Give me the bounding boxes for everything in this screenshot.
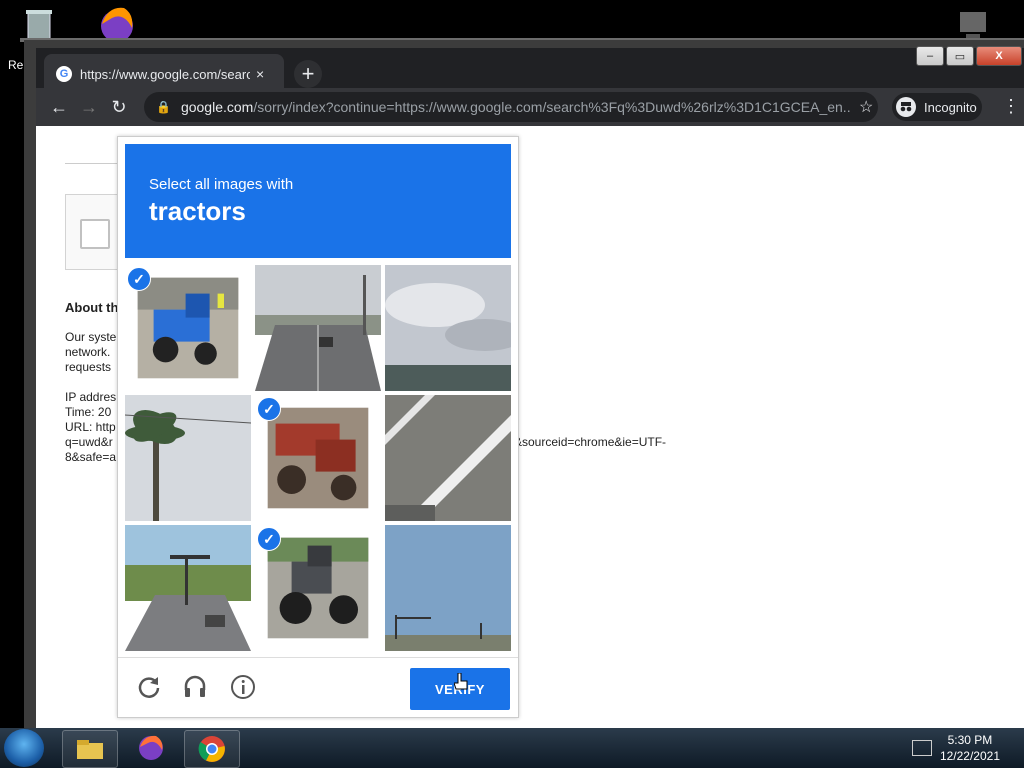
- tile-7[interactable]: [125, 525, 251, 651]
- tile-4[interactable]: [125, 395, 251, 521]
- tab-close-icon[interactable]: ×: [256, 66, 264, 82]
- firefox-icon: [139, 735, 163, 760]
- tile-2[interactable]: [255, 265, 381, 391]
- menu-kebab-icon[interactable]: ⋮: [1002, 96, 1020, 117]
- tile-image: [125, 525, 251, 651]
- tile-9[interactable]: [385, 525, 511, 651]
- audio-challenge-icon[interactable]: [182, 674, 208, 700]
- challenge-instruction: Select all images with: [149, 176, 294, 193]
- window-controls: – ▭ X: [916, 46, 1022, 66]
- bookmark-star-icon[interactable]: ☆: [859, 97, 873, 117]
- check-icon: ✓: [127, 267, 151, 291]
- captcha-challenge: Select all images with tractors ✓ ✓ ✓: [117, 136, 519, 718]
- tile-image: [385, 525, 511, 651]
- divider: [65, 163, 117, 164]
- lock-icon: 🔒: [156, 100, 171, 114]
- tile-image: [137, 277, 239, 379]
- close-button[interactable]: X: [976, 46, 1022, 66]
- maximize-button[interactable]: ▭: [946, 46, 974, 66]
- reload-icon[interactable]: ↻: [104, 92, 134, 122]
- tile-8[interactable]: ✓: [255, 525, 381, 651]
- minimize-button[interactable]: –: [916, 46, 944, 66]
- tile-image: [125, 395, 251, 521]
- url-path: /sorry/index?continue=https://www.google…: [253, 99, 851, 115]
- tab-title: https://www.google.com/search?: [80, 66, 250, 82]
- challenge-header: Select all images with tractors: [125, 144, 511, 258]
- new-tab-button[interactable]: +: [294, 60, 322, 88]
- incognito-indicator[interactable]: Incognito: [892, 93, 982, 121]
- system-clock[interactable]: 5:30 PM 12/22/2021: [940, 732, 1000, 764]
- url-text: google.com/sorry/index?continue=https://…: [181, 99, 851, 115]
- taskbar-chrome[interactable]: [184, 730, 240, 768]
- tile-image: [385, 395, 511, 521]
- tile-5[interactable]: ✓: [255, 395, 381, 521]
- back-icon[interactable]: ←: [44, 92, 74, 122]
- desktop-label: Re: [8, 58, 24, 72]
- recaptcha-checkbox[interactable]: [80, 219, 110, 249]
- reload-challenge-icon[interactable]: [136, 674, 162, 700]
- explanation-paragraph: Our syste network. requests: [65, 330, 117, 374]
- check-icon: ✓: [257, 397, 281, 421]
- browser-toolbar: ← → ↻ 🔒 google.com/sorry/index?continue=…: [36, 88, 1024, 126]
- chrome-icon: [198, 736, 225, 762]
- forward-icon[interactable]: →: [74, 92, 104, 122]
- url-tail-text: &sourceid=chrome&ie=UTF-: [514, 435, 667, 449]
- tile-1[interactable]: ✓: [125, 265, 251, 391]
- incognito-label: Incognito: [924, 99, 977, 115]
- request-details: IP addres Time: 20 URL: http q=uwd&r 8&s…: [65, 390, 117, 464]
- info-icon[interactable]: [230, 674, 256, 700]
- file-explorer-icon: [77, 740, 103, 759]
- tile-image: [267, 407, 369, 509]
- tile-image: [385, 265, 511, 391]
- taskbar-explorer[interactable]: [62, 730, 118, 768]
- tile-image: [267, 537, 369, 639]
- taskbar: 5:30 PM 12/22/2021: [0, 728, 1024, 768]
- challenge-target: tractors: [149, 196, 246, 226]
- google-favicon-icon: G: [56, 66, 72, 82]
- recycle-bin-icon[interactable]: [22, 6, 56, 42]
- address-bar[interactable]: 🔒 google.com/sorry/index?continue=https:…: [144, 92, 878, 122]
- check-icon: ✓: [257, 527, 281, 551]
- clock-time: 5:30 PM: [947, 733, 993, 747]
- incognito-icon: [896, 97, 916, 117]
- clock-date: 12/22/2021: [939, 749, 1000, 763]
- url-host: google.com: [180, 99, 254, 115]
- hand-cursor-icon: [454, 673, 468, 690]
- about-heading: About th: [65, 300, 119, 315]
- tile-image: [255, 265, 381, 391]
- tile-6[interactable]: [385, 395, 511, 521]
- start-button[interactable]: [4, 729, 44, 767]
- taskbar-firefox[interactable]: [124, 730, 178, 766]
- image-grid: ✓ ✓ ✓: [125, 265, 511, 651]
- tile-3[interactable]: [385, 265, 511, 391]
- network-icon[interactable]: [912, 740, 932, 756]
